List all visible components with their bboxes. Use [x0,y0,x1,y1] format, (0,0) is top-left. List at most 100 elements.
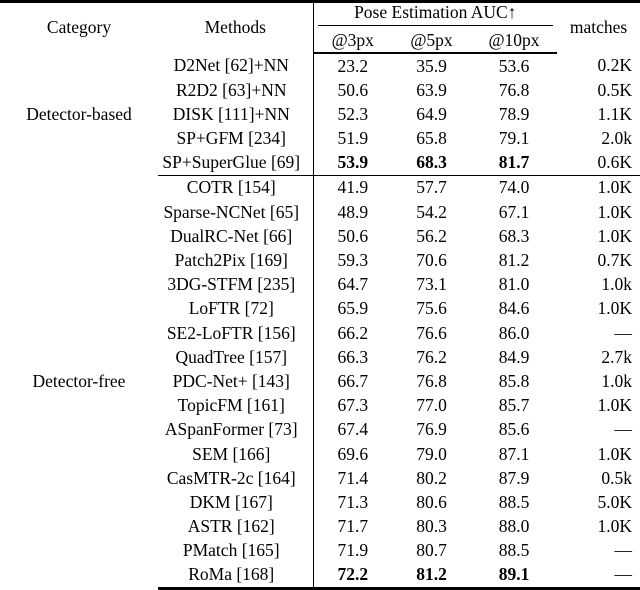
method-name-cell: CasMTR-2c [164] [166,467,296,488]
auc-5px-cell: 80.7 [416,540,447,561]
auc-3px-cell: 67.3 [312,393,392,418]
pose-estimation-auc-label: Pose Estimation AUC↑ [317,4,554,26]
table-row: Detector-free COTR [154] 41.9 57.7 74.0 1.0K [0,175,640,390]
column-header-methods: Methods [158,0,313,54]
auc-5px-cell: 65.8 [416,128,447,149]
auc-10px-cell: 89.1 [471,563,558,590]
matches-cell: 0.2K [597,55,633,76]
method-name-cell: LoFTR [72] [188,298,274,319]
auc-10px-cell: 79.1 [498,128,530,149]
auc-3px-cell: 53.9 [312,150,392,177]
auc-10px-cell: 87.9 [498,467,530,488]
auc-10px-cell: 84.9 [498,346,530,367]
matches-cell: 1.0K [597,201,633,222]
method-name-cell: RoMa [168] [158,563,313,590]
auc-10px-cell: 81.2 [498,250,530,271]
auc-5px-cell: 76.9 [416,419,447,440]
auc-5px-cell: 79.0 [416,443,447,464]
auc-3px-cell: 66.3 [312,345,392,370]
category-cell-detector-free: Detector-free [32,371,126,392]
auc-5px-cell: 75.6 [416,298,447,319]
auc-3px-cell: 71.7 [312,514,392,539]
method-name-cell: QuadTree [157] [175,346,288,367]
matches-cell: 1.0k [601,370,633,391]
matches-cell: 1.0K [597,516,633,537]
column-header-matches: matches [557,0,640,54]
method-name-cell: SP+GFM [234] [176,128,287,149]
auc-10px-cell: 67.1 [498,201,530,222]
auc-5px-cell: 68.3 [392,150,471,177]
method-name-cell: DISK [111]+NN [172,103,290,124]
method-name-cell: PDC-Net+ [143] [172,370,290,391]
auc-10px-cell: 81.7 [471,150,558,177]
auc-10px-cell: 86.0 [498,322,530,343]
matches-cell: 0.7K [597,250,633,271]
auc-10px-cell: 85.8 [498,370,530,391]
matches-cell: 2.7k [601,346,633,367]
category-cell-detector-based: Detector-based [26,103,132,124]
auc-3px-cell: 41.9 [312,175,392,201]
table-body: Detector-based D2Net [62]+NN 23.2 35.9 53.6 0… [0,53,640,590]
matches-cell: 1.0K [597,395,633,416]
matches-cell: — [614,322,633,343]
column-header-pose-estimation-auc: Pose Estimation AUC↑ [312,0,558,30]
column-header-auc-3px: @3px [312,29,392,55]
auc-5px-cell: 80.3 [416,516,447,537]
auc-10px-cell: 88.5 [498,540,530,561]
matches-cell: — [557,563,640,590]
auc-3px-cell: 71.3 [312,490,392,515]
matches-cell: 1.1K [597,103,633,124]
method-name-cell: Sparse-NCNet [65] [163,201,300,222]
auc-3px-cell: 66.7 [312,369,392,394]
auc-3px-cell: 65.9 [312,297,392,322]
matches-cell: — [614,540,633,561]
auc-3px-cell: 50.6 [312,78,392,103]
matches-cell: 0.6K [557,150,640,177]
method-name-cell: DKM [167] [189,491,273,512]
matches-cell: — [614,419,633,440]
table-row: Detector-based D2Net [62]+NN 23.2 35.9 53.6 0… [0,53,640,122]
auc-3px-cell: 69.6 [312,442,392,467]
method-name-cell: COTR [154] [186,177,276,198]
auc-3px-cell: 71.4 [312,466,392,491]
results-table-container: Category Methods Pose Estimation AUC↑ ma… [0,0,640,590]
auc-5px-cell: 81.2 [392,563,471,590]
auc-10px-cell: 88.0 [498,516,530,537]
auc-5px-cell: 54.2 [416,201,447,222]
auc-5px-cell: 80.6 [416,491,447,512]
auc-5px-cell: 77.0 [416,395,447,416]
auc-3px-cell: 59.3 [312,248,392,273]
auc-5px-cell: 64.9 [416,103,447,124]
auc-10px-cell: 87.1 [498,443,530,464]
auc-10px-cell: 53.6 [498,55,530,76]
method-name-cell: ASpanFormer [73] [164,419,298,440]
auc-3px-cell: 72.2 [312,563,392,590]
auc-5px-cell: 35.9 [416,55,447,76]
auc-5px-cell: 63.9 [416,79,447,100]
auc-5px-cell: 70.6 [416,250,447,271]
method-name-cell: D2Net [62]+NN [173,55,289,76]
auc-5px-cell: 76.8 [416,370,447,391]
matches-cell: 5.0K [597,491,633,512]
method-name-cell: Patch2Pix [169] [174,250,288,271]
auc-5px-cell: 76.6 [416,322,447,343]
table-header: Category Methods Pose Estimation AUC↑ ma… [0,0,640,55]
method-name-cell: 3DG-STFM [235] [167,274,296,295]
matches-cell: 1.0K [597,298,633,319]
matches-cell: 0.5K [597,79,633,100]
matches-cell: 1.0K [597,443,633,464]
auc-3px-cell: 23.2 [312,53,392,79]
method-name-cell: ASTR [162] [187,516,275,537]
auc-3px-cell: 67.4 [312,418,392,443]
auc-3px-cell: 64.7 [312,272,392,298]
auc-5px-cell: 56.2 [416,225,447,246]
matches-cell: 1.0k [601,274,633,295]
auc-5px-cell: 80.2 [416,467,447,488]
auc-10px-cell: 81.0 [498,274,530,295]
method-name-cell: PMatch [165] [182,540,280,561]
column-header-category: Category [0,0,158,54]
auc-10px-cell: 68.3 [498,225,530,246]
auc-10px-cell: 74.0 [498,177,530,198]
auc-3px-cell: 71.9 [312,538,392,564]
method-name-cell: SEM [166] [192,443,271,464]
